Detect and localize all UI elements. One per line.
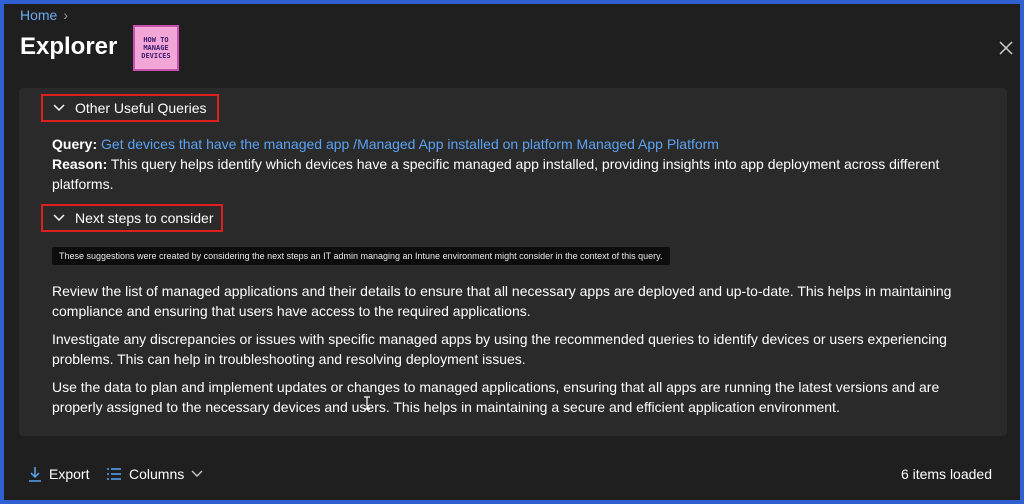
next-step-paragraph: Use the data to plan and implement updat… <box>52 377 972 417</box>
logo-line-2: MANAGE <box>143 44 169 52</box>
paragraph-line: properly assigned to the necessary devic… <box>52 399 840 415</box>
export-button[interactable]: Export <box>28 466 89 482</box>
paragraph-line: Investigate any discrepancies or issues … <box>52 331 947 347</box>
query-link[interactable]: Get devices that have the managed app /M… <box>101 136 719 152</box>
breadcrumb: Home › <box>20 7 68 23</box>
download-icon <box>29 467 41 482</box>
results-panel: Other Useful Queries Query: Get devices … <box>19 88 1007 436</box>
suggestions-tooltip: These suggestions were created by consid… <box>52 247 670 265</box>
section-label: Next steps to consider <box>75 210 214 226</box>
columns-button[interactable]: Columns <box>106 466 203 482</box>
chevron-down-icon <box>191 470 203 477</box>
paragraph-line: compliance and ensuring that users have … <box>52 303 531 319</box>
breadcrumb-home-link[interactable]: Home <box>20 7 57 23</box>
close-icon[interactable] <box>998 40 1014 56</box>
columns-label: Columns <box>129 466 185 482</box>
query-line: Query: Get devices that have the managed… <box>52 134 719 154</box>
brand-logo: HOW TO MANAGE DEVICES <box>133 25 179 71</box>
logo-line-3: DEVICES <box>141 52 171 60</box>
logo-line-1: HOW TO <box>143 36 169 44</box>
export-label: Export <box>49 466 90 482</box>
chevron-right-icon: › <box>63 7 69 23</box>
paragraph-line: Review the list of managed applications … <box>52 283 952 299</box>
section-header-other-useful-queries[interactable]: Other Useful Queries <box>41 94 219 122</box>
text-cursor-icon <box>364 396 370 410</box>
explorer-window: Home › Explorer HOW TO MANAGE DEVICES Ot… <box>4 4 1020 500</box>
items-loaded-count: 6 items loaded <box>900 466 992 482</box>
reason-text-continued: platforms. <box>52 176 114 192</box>
page-title: Explorer <box>20 33 118 60</box>
chevron-down-icon <box>53 104 65 112</box>
reason-text: This query helps identify which devices … <box>110 156 940 172</box>
query-label: Query: <box>52 136 98 152</box>
paragraph-line: Use the data to plan and implement updat… <box>52 379 940 395</box>
footer-toolbar: Export Columns 6 items loaded <box>4 456 1020 492</box>
next-step-paragraph: Investigate any discrepancies or issues … <box>52 329 972 369</box>
chevron-down-icon <box>53 214 65 222</box>
section-label: Other Useful Queries <box>75 100 207 116</box>
paragraph-line: problems. This can help in troubleshooti… <box>52 351 526 367</box>
list-icon <box>107 468 121 480</box>
reason-label: Reason: <box>52 156 108 172</box>
section-header-next-steps[interactable]: Next steps to consider <box>41 204 223 232</box>
reason-line: Reason: This query helps identify which … <box>52 154 939 174</box>
next-step-paragraph: Review the list of managed applications … <box>52 281 972 321</box>
